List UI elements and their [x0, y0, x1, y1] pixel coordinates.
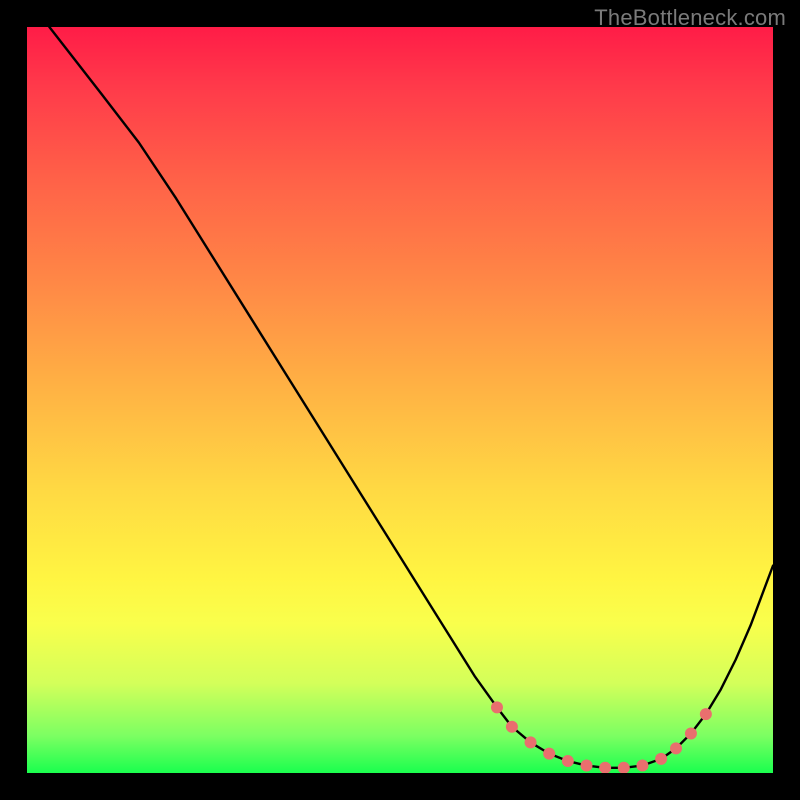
marker-dot — [562, 755, 574, 767]
marker-dot — [685, 727, 697, 739]
chart-frame: TheBottleneck.com — [0, 0, 800, 800]
marker-dot — [636, 760, 648, 772]
marker-dot — [700, 708, 712, 720]
marker-dot — [670, 742, 682, 754]
marker-dot — [506, 721, 518, 733]
marker-dot — [491, 701, 503, 713]
chart-svg — [27, 27, 773, 773]
plot-area — [27, 27, 773, 773]
curve-line — [49, 27, 773, 768]
watermark-text: TheBottleneck.com — [594, 5, 786, 31]
marker-dot — [525, 736, 537, 748]
marker-dot — [618, 762, 630, 773]
marker-dot — [543, 748, 555, 760]
marker-dot — [581, 760, 593, 772]
marker-dot — [655, 753, 667, 765]
marker-dot — [599, 762, 611, 773]
